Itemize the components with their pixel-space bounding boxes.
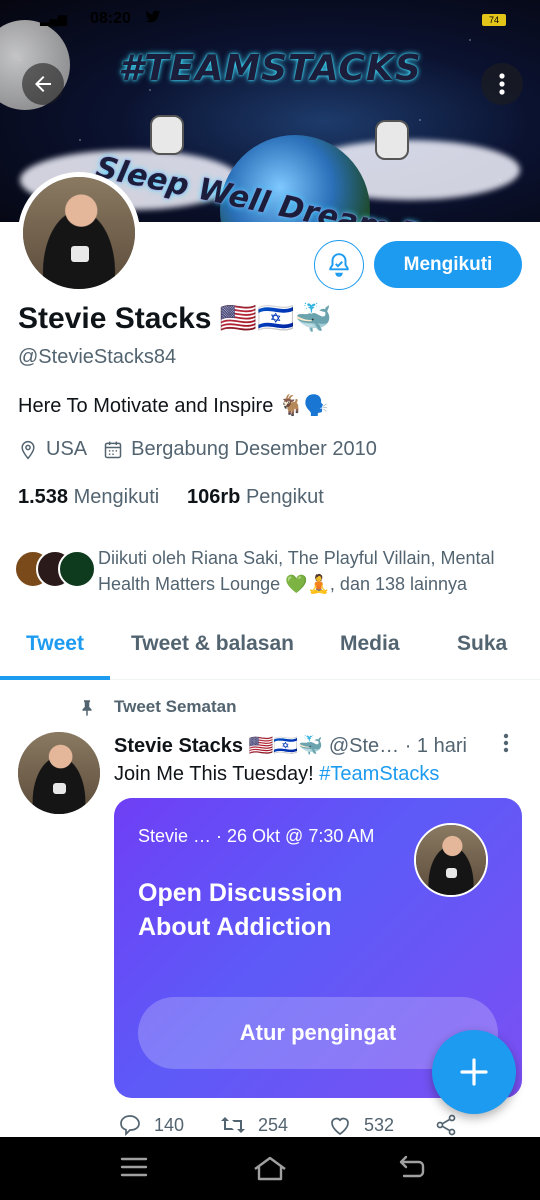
share-icon bbox=[436, 1114, 456, 1136]
retweet-button[interactable]: 254 bbox=[220, 1113, 288, 1137]
following-button[interactable]: Mengikuti bbox=[374, 241, 522, 288]
home-icon[interactable] bbox=[252, 1155, 288, 1188]
followed-by-avatars bbox=[14, 545, 96, 588]
reply-button[interactable]: 140 bbox=[118, 1113, 184, 1137]
profile-joined-date: Bergabung Desember 2010 bbox=[131, 438, 377, 460]
pinned-label: Tweet Sematan bbox=[78, 697, 237, 717]
notifications-bell-button[interactable] bbox=[314, 240, 364, 290]
space-host-avatar bbox=[414, 823, 488, 897]
signal-icon: ▂▄▆ bbox=[40, 12, 67, 26]
bell-icon bbox=[329, 253, 349, 277]
avatar bbox=[58, 550, 96, 588]
arrow-left-icon bbox=[35, 76, 51, 92]
profile-bio: Here To Motivate and Inspire 🐐🗣️ bbox=[18, 395, 329, 417]
like-button[interactable]: 532 bbox=[328, 1113, 394, 1137]
space-meta: Stevie … · 26 Okt @ 7:30 AM bbox=[138, 826, 375, 846]
heart-icon bbox=[331, 1117, 349, 1136]
compose-tweet-button[interactable] bbox=[432, 1030, 516, 1114]
tweet-text: Join Me This Tuesday! #TeamStacks bbox=[114, 763, 440, 785]
avatar-photo bbox=[416, 825, 486, 895]
profile-name: Stevie Stacks 🇺🇸🇮🇱🐳 bbox=[18, 302, 332, 335]
tab-suka[interactable]: Suka bbox=[457, 632, 507, 656]
tweet-more-button[interactable] bbox=[503, 733, 509, 753]
status-time: 08:20 bbox=[90, 10, 131, 27]
space-title: Open Discussion About Addiction bbox=[138, 879, 343, 941]
calendar-icon bbox=[104, 441, 122, 458]
status-bar: ▂▄▆ 08:20 74 bbox=[0, 0, 540, 40]
reply-icon bbox=[120, 1115, 140, 1137]
system-navigation-bar bbox=[0, 1137, 540, 1200]
back-nav-icon[interactable] bbox=[398, 1155, 426, 1184]
banner-astronaut bbox=[375, 120, 409, 160]
profile-handle: @StevieStacks84 bbox=[18, 346, 177, 368]
battery-indicator: 74 bbox=[482, 14, 506, 26]
tab-tweet[interactable]: Tweet bbox=[26, 632, 84, 656]
followed-by[interactable]: Diikuti oleh Riana Saki, The Playful Vil… bbox=[14, 545, 518, 597]
more-vertical-icon bbox=[503, 733, 509, 753]
more-vertical-icon bbox=[499, 73, 505, 95]
avatar-photo bbox=[18, 732, 100, 814]
profile-location: USA bbox=[46, 438, 88, 460]
retweet-icon bbox=[221, 1117, 245, 1133]
tab-tweet-balasan[interactable]: Tweet & balasan bbox=[131, 632, 294, 656]
tab-media[interactable]: Media bbox=[340, 632, 400, 656]
plus-icon bbox=[460, 1058, 488, 1086]
followed-by-text: Diikuti oleh Riana Saki, The Playful Vil… bbox=[98, 548, 495, 594]
profile-meta: USA Bergabung Desember 2010 bbox=[18, 438, 377, 461]
more-options-button[interactable] bbox=[481, 63, 523, 105]
menu-icon[interactable] bbox=[120, 1155, 148, 1184]
profile-avatar[interactable] bbox=[18, 172, 140, 294]
hashtag-link[interactable]: #TeamStacks bbox=[319, 763, 439, 785]
active-tab-indicator bbox=[0, 676, 110, 680]
tweet-author-name[interactable]: Stevie Stacks 🇺🇸🇮🇱🐳 bbox=[114, 735, 323, 757]
share-button[interactable] bbox=[434, 1113, 470, 1137]
banner-title: #TEAMSTACKS bbox=[118, 48, 422, 89]
tweet-time: · 1 hari bbox=[404, 735, 467, 757]
tweet-header: Stevie Stacks 🇺🇸🇮🇱🐳 @Ste… · 1 hari bbox=[114, 733, 467, 758]
follow-counts: 1.538 Mengikuti 106rb Pengikut bbox=[18, 486, 324, 509]
profile-tabs: Tweet Tweet & balasan Media Suka bbox=[0, 618, 540, 680]
avatar-photo bbox=[23, 177, 135, 289]
tweet-author-handle: @Ste… bbox=[328, 735, 400, 757]
banner-astronaut bbox=[150, 115, 184, 155]
pin-icon bbox=[82, 700, 92, 716]
followers-count-link[interactable]: 106rb Pengikut bbox=[187, 486, 324, 508]
location-pin-icon bbox=[21, 440, 35, 459]
following-count-link[interactable]: 1.538 Mengikuti bbox=[18, 486, 159, 508]
back-button[interactable] bbox=[22, 63, 64, 105]
tweet-author-avatar[interactable] bbox=[18, 732, 100, 814]
twitter-notification-icon bbox=[145, 10, 161, 29]
